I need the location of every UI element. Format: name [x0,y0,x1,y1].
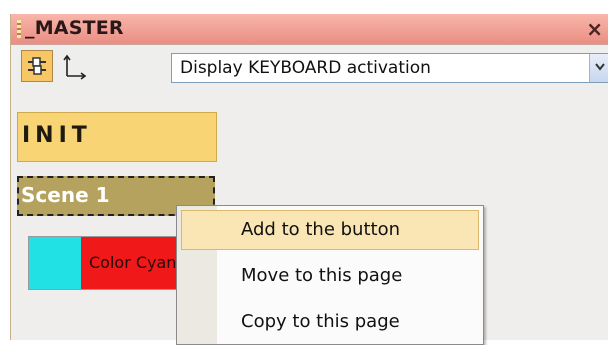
init-button-label: INIT [22,123,92,148]
title-bar[interactable]: _MASTER × [11,14,608,45]
context-menu: Add to the button Move to this page Copy… [176,205,484,345]
color-cyan-button[interactable]: Color Cyan [28,236,188,290]
display-mode-value: Display KEYBOARD activation [180,58,431,78]
axes-tool-button[interactable] [57,50,89,82]
close-icon[interactable]: × [586,17,603,41]
menu-item-copy-to-page[interactable]: Copy to this page [181,302,479,342]
menu-item-label: Copy to this page [241,311,400,332]
window-title: _MASTER [25,17,124,39]
color-button-label: Color Cyan [89,253,177,272]
toolbar: Display KEYBOARD activation [11,45,608,89]
menu-item-move-to-page[interactable]: Move to this page [181,256,479,296]
menu-item-label: Add to the button [241,219,400,240]
display-mode-select[interactable]: Display KEYBOARD activation [171,53,608,83]
chevron-down-icon[interactable] [589,54,608,82]
axes-icon [63,54,87,80]
menu-item-add-to-button[interactable]: Add to the button [181,210,479,250]
layout-tool-button[interactable] [21,50,53,82]
init-button[interactable]: INIT [17,112,217,162]
sliders-icon [28,57,46,75]
scene-button-label: Scene 1 [21,183,110,207]
menu-item-label: Move to this page [241,265,403,286]
color-swatch [29,237,81,289]
grip-icon[interactable] [17,20,21,38]
